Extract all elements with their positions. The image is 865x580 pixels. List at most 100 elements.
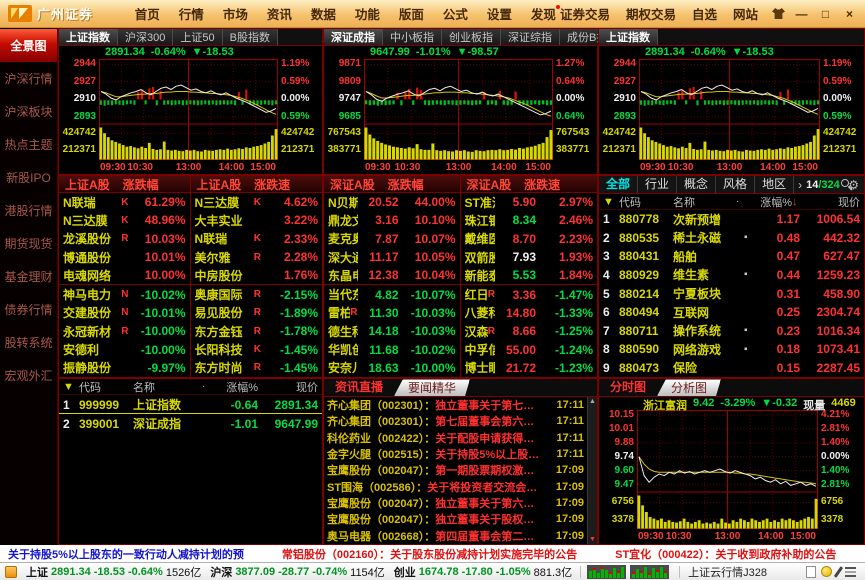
stock-row[interactable]: ST准油 5.90 2.97%	[461, 193, 598, 211]
index-chart-2-tab-2[interactable]: 创业板指	[442, 29, 501, 45]
stock-row[interactable]: 汉森制药R 8.66 -1.25%	[461, 322, 598, 340]
right-menu-item-2[interactable]: 自选	[692, 4, 717, 23]
sector-tab-2[interactable]: 概念	[677, 176, 717, 193]
header-price[interactable]: 现价	[258, 379, 318, 395]
stock-row[interactable]: N联瑞 K 61.29%	[59, 193, 190, 211]
sector-row[interactable]: 5 880214 宁夏板块 0.31 458.90	[599, 284, 864, 303]
minichart-tab-1[interactable]: 分析图	[657, 379, 721, 396]
watch-row[interactable]: 2 399001 深证成指 -1.01 9647.99	[59, 414, 322, 433]
right-menu-item-0[interactable]: 证券交易	[560, 4, 610, 23]
stock-row[interactable]: 东方时尚 R -1.45%	[191, 359, 323, 377]
header-code[interactable]: 代码	[79, 379, 133, 395]
menu-item-2[interactable]: 市场	[223, 4, 248, 23]
news-item[interactable]: ST围海（002586）： 关于将投资者交流会… 17:09	[324, 479, 587, 495]
theme-ball-icon[interactable]	[821, 566, 832, 577]
stock-row[interactable]: 博士眼镜 21.72 -1.23%	[461, 359, 598, 377]
stock-row[interactable]: 华凯创意 11.68 -10.02%	[324, 340, 460, 358]
sector-row[interactable]: 6 880494 互联网 0.25 2304.74	[599, 303, 864, 322]
stock-row[interactable]: 鼎龙文化 3.16 10.10%	[324, 211, 460, 229]
news-tab-1[interactable]: 要闻精华	[394, 379, 470, 396]
header-pct[interactable]: 涨幅%	[212, 379, 258, 395]
stock-row[interactable]: 振静股份 -9.97%	[59, 359, 190, 377]
stock-row[interactable]: 龙溪股份 R 10.03%	[59, 230, 190, 248]
pen-icon[interactable]	[833, 565, 844, 578]
stock-row[interactable]: 神马电力 N -10.02%	[59, 284, 190, 303]
header-name[interactable]: 名称	[133, 379, 202, 395]
sidebar-item-9[interactable]: 股转系统	[0, 326, 57, 359]
menu-item-0[interactable]: 首页	[135, 4, 160, 23]
stock-row[interactable]: 新能泰山 5.53 1.84%	[461, 266, 598, 284]
stock-row[interactable]: 东方金钰 R -1.78%	[191, 322, 323, 340]
sort-icon[interactable]: ▼	[63, 381, 79, 393]
stock-row[interactable]: 八菱科技 14.80 -1.33%	[461, 304, 598, 322]
menu-item-9[interactable]: 发现	[531, 4, 560, 23]
index-chart-3-tab-0[interactable]: 上证指数	[599, 29, 658, 45]
sidebar-item-1[interactable]: 沪深行情	[0, 62, 57, 95]
sector-row[interactable]: 3 880431 船舶 0.47 627.47	[599, 247, 864, 266]
stock-row[interactable]: 东晶电子 12.38 10.04%	[324, 266, 460, 284]
stock-row[interactable]: 深大通 11.17 10.05%	[324, 248, 460, 266]
menu-item-7[interactable]: 公式	[443, 4, 468, 23]
news-item[interactable]: 宝鹰股份（002047）： 第一期股票期权激… 17:09	[324, 462, 587, 478]
sidebar-item-7[interactable]: 基金理财	[0, 260, 57, 293]
menu-item-8[interactable]: 设置	[487, 4, 512, 23]
stock-row[interactable]: 电魂网络 10.00%	[59, 266, 190, 284]
sector-tab-1[interactable]: 行业	[638, 176, 678, 193]
index-chart-2-tab-3[interactable]: 深证综指	[501, 29, 560, 45]
stock-row[interactable]: 中房股份 1.76%	[191, 266, 323, 284]
skin-theme-icon[interactable]	[772, 8, 785, 19]
index-chart-1-tab-3[interactable]: B股指数	[222, 29, 278, 45]
stock-row[interactable]: 双箭股份 7.93 1.93%	[461, 248, 598, 266]
stock-row[interactable]: N联瑞 K 2.33%	[191, 230, 323, 248]
sidebar-item-4[interactable]: 新股IPO	[0, 161, 57, 194]
news-item[interactable]: 金字火腿（002515）： 关于持股5%以上股… 17:11	[324, 446, 587, 462]
stock-row[interactable]: N贝斯美 20.52 44.00%	[324, 193, 460, 211]
sector-row[interactable]: 7 880711 操作系统 ▪ 0.23 1016.34	[599, 321, 864, 340]
stock-row[interactable]: N三达膜 K 4.62%	[191, 193, 323, 211]
close-button[interactable]: ×	[842, 7, 857, 21]
stock-row[interactable]: 戴维医疗 8.70 2.23%	[461, 230, 598, 248]
stock-row[interactable]: 当代东方 4.82 -10.07%	[324, 284, 460, 303]
stock-row[interactable]: 安德利 -10.00%	[59, 340, 190, 358]
sidebar-item-5[interactable]: 港股行情	[0, 194, 57, 227]
stock-row[interactable]: 安奈儿 18.63 -10.00%	[324, 359, 460, 377]
search-icon[interactable]	[840, 178, 850, 191]
server-status-label[interactable]: 上证云行情J328	[688, 564, 767, 580]
stock-row[interactable]: 雷柏科技R 11.30 -10.03%	[324, 304, 460, 322]
layout-grid-icon[interactable]	[845, 566, 856, 577]
menu-item-5[interactable]: 功能	[355, 4, 380, 23]
sidebar-item-10[interactable]: 宏观外汇	[0, 359, 57, 392]
sidebar-item-2[interactable]: 沪深板块	[0, 95, 57, 128]
stock-row[interactable]: 德生科技 14.18 -10.03%	[324, 322, 460, 340]
sort-icon[interactable]: ▼	[603, 196, 619, 208]
sector-row[interactable]: 2 880535 稀土永磁 ▪ 0.48 442.32	[599, 229, 864, 248]
stock-row[interactable]: 博通股份 10.01%	[59, 248, 190, 266]
index-chart-2-tab-1[interactable]: 中小板指	[383, 29, 442, 45]
stock-row[interactable]: 美尔雅 R 2.28%	[191, 248, 323, 266]
sector-row[interactable]: 4 880929 维生素 ▪ 0.44 1259.23	[599, 266, 864, 285]
header-name[interactable]: 名称	[673, 194, 736, 210]
sector-row[interactable]: 9 880473 保险 0.15 2287.45	[599, 359, 864, 378]
menu-item-6[interactable]: 版面	[399, 4, 424, 23]
stock-row[interactable]: 大丰实业 3.22%	[191, 211, 323, 229]
expand-arrow-icon[interactable]: ›	[794, 178, 806, 192]
menu-item-3[interactable]: 资讯	[267, 4, 292, 23]
header-code[interactable]: 代码	[619, 194, 673, 210]
ticker-item[interactable]: 常铝股份（002160）：关于股东股份减持计划实施完毕的公告	[282, 546, 577, 562]
sector-tab-3[interactable]: 风格	[716, 176, 756, 193]
stock-row[interactable]: 交建股份 N -10.01%	[59, 304, 190, 322]
watch-row[interactable]: 1 999999 上证指数 -0.64 2891.34	[59, 395, 322, 414]
minimize-button[interactable]: —	[794, 7, 809, 21]
news-item[interactable]: 科伦药业（002422）： 关于配股申请获得… 17:11	[324, 430, 587, 446]
document-icon[interactable]	[806, 565, 816, 578]
sidebar-item-6[interactable]: 期货现货	[0, 227, 57, 260]
news-item[interactable]: 奥马电器（002668）： 第四届董事会第二… 17:09	[324, 528, 587, 544]
stock-row[interactable]: 麦克奥迪 7.87 10.07%	[324, 230, 460, 248]
sidebar-item-3[interactable]: 热点主题	[0, 128, 57, 161]
stock-row[interactable]: N三达膜 K 48.96%	[59, 211, 190, 229]
sector-row[interactable]: 1 880778 次新预增 1.17 1006.54	[599, 210, 864, 229]
index-chart-2-tab-0[interactable]: 深证成指	[324, 29, 383, 45]
news-item[interactable]: 宝鹰股份（002047）： 独立董事关于第六… 17:09	[324, 495, 587, 511]
index-chart-1-tab-0[interactable]: 上证指数	[59, 29, 118, 45]
stock-row[interactable]: 珠江钢琴 8.34 2.46%	[461, 211, 598, 229]
